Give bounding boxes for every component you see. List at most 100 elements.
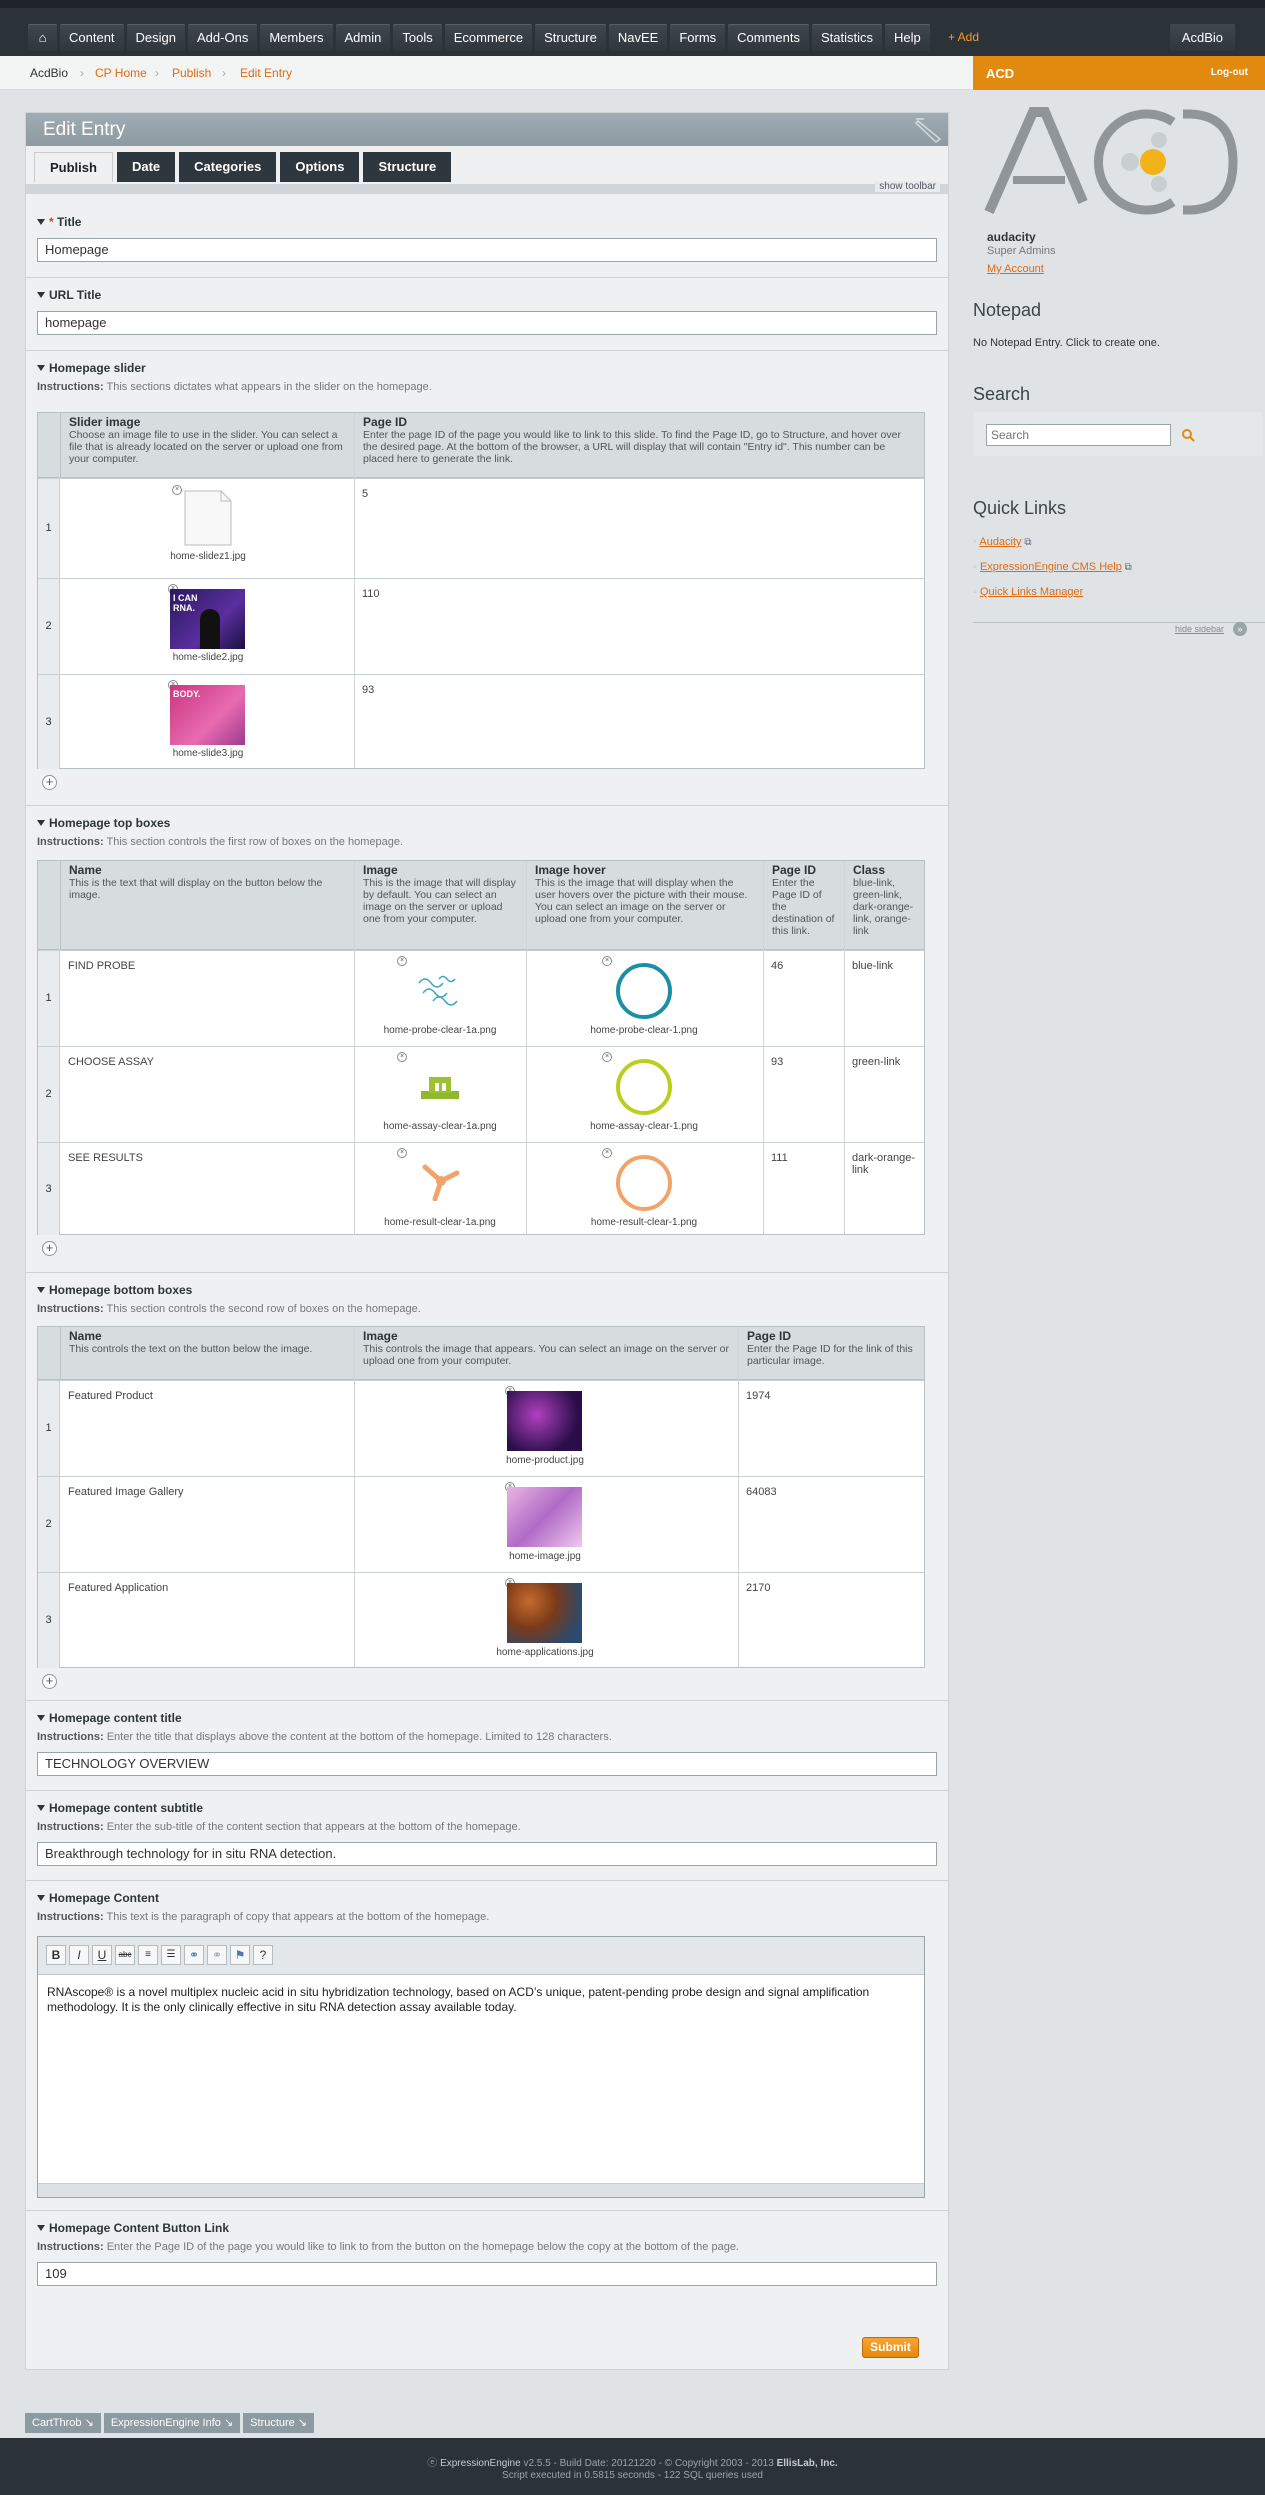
site-button[interactable]: AcdBio — [1169, 24, 1235, 51]
remove-file-icon[interactable]: × — [602, 1148, 612, 1158]
search-icon[interactable] — [1181, 428, 1195, 442]
content-title-input[interactable]: TECHNOLOGY OVERVIEW — [37, 1752, 937, 1776]
name-value[interactable]: Featured Product — [60, 1381, 354, 1411]
name-value[interactable]: Featured Image Gallery — [60, 1477, 354, 1507]
hide-sidebar-icon[interactable]: » — [1233, 622, 1247, 636]
row-number: 1 — [38, 1381, 60, 1476]
logout-link[interactable]: Log-out — [1211, 67, 1248, 78]
button-link-input[interactable]: 109 — [37, 2262, 937, 2286]
footer: ⓔ ExpressionEngine v2.5.5 - Build Date: … — [0, 2438, 1265, 2495]
tab-structure[interactable]: Structure — [363, 152, 452, 182]
add-link[interactable]: + Add — [948, 30, 979, 44]
table-row: 1 × home-slidez1.jpg 5 — [38, 478, 924, 578]
field-url-title: URL Title homepage — [26, 278, 948, 351]
name-value[interactable]: FIND PROBE — [60, 951, 354, 981]
class-value[interactable]: green-link — [844, 1047, 924, 1077]
underline-button[interactable]: U — [92, 1945, 112, 1965]
page-id-value[interactable]: 93 — [763, 1047, 791, 1077]
hide-sidebar-link[interactable]: hide sidebar — [1175, 624, 1224, 634]
breadcrumb-site[interactable]: AcdBio — [30, 66, 68, 80]
grid-header: Name This controls the text on the button… — [38, 1327, 924, 1380]
field-label-text: Homepage bottom boxes — [49, 1283, 193, 1297]
nav-add-ons[interactable]: Add-Ons — [188, 24, 258, 51]
tab-categories[interactable]: Categories — [179, 152, 277, 182]
tab-publish[interactable]: Publish — [34, 152, 113, 182]
add-row-icon[interactable]: + — [42, 1674, 57, 1689]
nav-content[interactable]: Content — [60, 24, 124, 51]
hover-circle — [616, 1059, 672, 1115]
remove-file-icon[interactable]: × — [602, 1052, 612, 1062]
submit-button[interactable]: Submit — [862, 2337, 919, 2358]
class-value[interactable]: dark-orange-link — [844, 1143, 924, 1185]
nav-structure[interactable]: Structure — [535, 24, 606, 51]
help-button[interactable]: ? — [253, 1945, 273, 1965]
search-input[interactable] — [986, 424, 1171, 446]
field-instructions: Instructions: This sections dictates wha… — [37, 381, 432, 393]
breadcrumb-publish[interactable]: Publish — [172, 66, 211, 80]
resize-handle[interactable] — [38, 2183, 924, 2197]
add-row-icon[interactable]: + — [42, 1241, 57, 1256]
strikethrough-button[interactable]: abc — [115, 1945, 135, 1965]
nav-tools[interactable]: Tools — [393, 24, 442, 51]
editor-content[interactable]: RNAscope® is a novel multiplex nucleic a… — [38, 1975, 924, 2025]
toolbar-strip: show toolbar — [26, 181, 948, 194]
page-id-value[interactable]: 46 — [763, 951, 791, 981]
link-button[interactable]: ⚭ — [184, 1945, 204, 1965]
nav-comments[interactable]: Comments — [728, 24, 810, 51]
name-value[interactable]: SEE RESULTS — [60, 1143, 354, 1173]
my-account-link[interactable]: My Account — [987, 263, 1044, 275]
notepad-title: Notepad — [973, 300, 1042, 320]
breadcrumb-cp-home[interactable]: CP Home — [95, 66, 147, 80]
footer-tab-cartthrob[interactable]: CartThrob ↘ — [25, 2413, 101, 2433]
column-header-name: Name This is the text that will display o… — [60, 861, 354, 949]
bold-button[interactable]: B — [46, 1945, 66, 1965]
page-id-value[interactable]: 1974 — [738, 1381, 778, 1411]
title-input[interactable]: Homepage — [37, 238, 937, 262]
name-value[interactable]: CHOOSE ASSAY — [60, 1047, 354, 1077]
home-icon[interactable]: ⌂ — [28, 24, 57, 51]
remove-file-icon[interactable]: × — [397, 1148, 407, 1158]
footer-tab-ee-info[interactable]: ExpressionEngine Info ↘ — [103, 2413, 241, 2433]
remove-file-icon[interactable]: × — [397, 1052, 407, 1062]
footer-tab-structure[interactable]: Structure ↘ — [243, 2413, 315, 2433]
page-id-value[interactable]: 111 — [763, 1143, 796, 1173]
page-id-value[interactable]: 2170 — [738, 1573, 778, 1603]
anchor-button[interactable]: ⚑ — [230, 1945, 250, 1965]
name-value[interactable]: Featured Application — [60, 1573, 354, 1603]
tab-options[interactable]: Options — [280, 152, 360, 182]
nav-ecommerce[interactable]: Ecommerce — [444, 24, 533, 51]
url-title-input[interactable]: homepage — [37, 311, 937, 335]
ee-logo-icon: ⓔ — [427, 2458, 441, 2469]
add-row-icon[interactable]: + — [42, 775, 57, 790]
italic-button[interactable]: I — [69, 1945, 89, 1965]
nav-statistics[interactable]: Statistics — [812, 24, 883, 51]
page-id-value[interactable]: 93 — [354, 675, 382, 705]
nav-admin[interactable]: Admin — [335, 24, 391, 51]
page-id-value[interactable]: 5 — [354, 479, 376, 509]
quick-link-item[interactable]: ◦ ExpressionEngine CMS Help ⧉ — [973, 561, 1132, 573]
page-id-value[interactable]: 64083 — [738, 1477, 785, 1507]
page-id-value[interactable]: 110 — [354, 579, 388, 609]
unordered-list-button[interactable]: ☰ — [161, 1945, 181, 1965]
unlink-button[interactable]: ⚭ — [207, 1945, 227, 1965]
remove-file-icon[interactable]: × — [397, 956, 407, 966]
nav-design[interactable]: Design — [126, 24, 186, 51]
file-name: home-image.jpg — [509, 1551, 581, 1562]
rich-text-editor[interactable]: B I U abc ≡ ☰ ⚭ ⚭ ⚑ ? RNAscope® is a nov… — [37, 1936, 925, 2198]
tab-date[interactable]: Date — [116, 152, 176, 182]
class-value[interactable]: blue-link — [844, 951, 924, 981]
show-toolbar-link[interactable]: show toolbar — [875, 181, 940, 192]
quick-link-item[interactable]: ◦ Audacity ⧉ — [973, 536, 1031, 548]
quick-link-item[interactable]: ◦ Quick Links Manager — [973, 586, 1083, 598]
file-name: home-assay-clear-1a.png — [383, 1121, 497, 1132]
remove-file-icon[interactable]: × — [172, 485, 182, 495]
nav-forms[interactable]: Forms — [670, 24, 726, 51]
content-subtitle-input[interactable]: Breakthrough technology for in situ RNA … — [37, 1842, 937, 1866]
remove-file-icon[interactable]: × — [602, 956, 612, 966]
notepad-text[interactable]: No Notepad Entry. Click to create one. — [973, 337, 1160, 349]
nav-help[interactable]: Help — [885, 24, 930, 51]
ordered-list-button[interactable]: ≡ — [138, 1945, 158, 1965]
column-header-image: Image This controls the image that appear… — [354, 1327, 738, 1379]
nav-members[interactable]: Members — [260, 24, 333, 51]
nav-navee[interactable]: NavEE — [608, 24, 668, 51]
